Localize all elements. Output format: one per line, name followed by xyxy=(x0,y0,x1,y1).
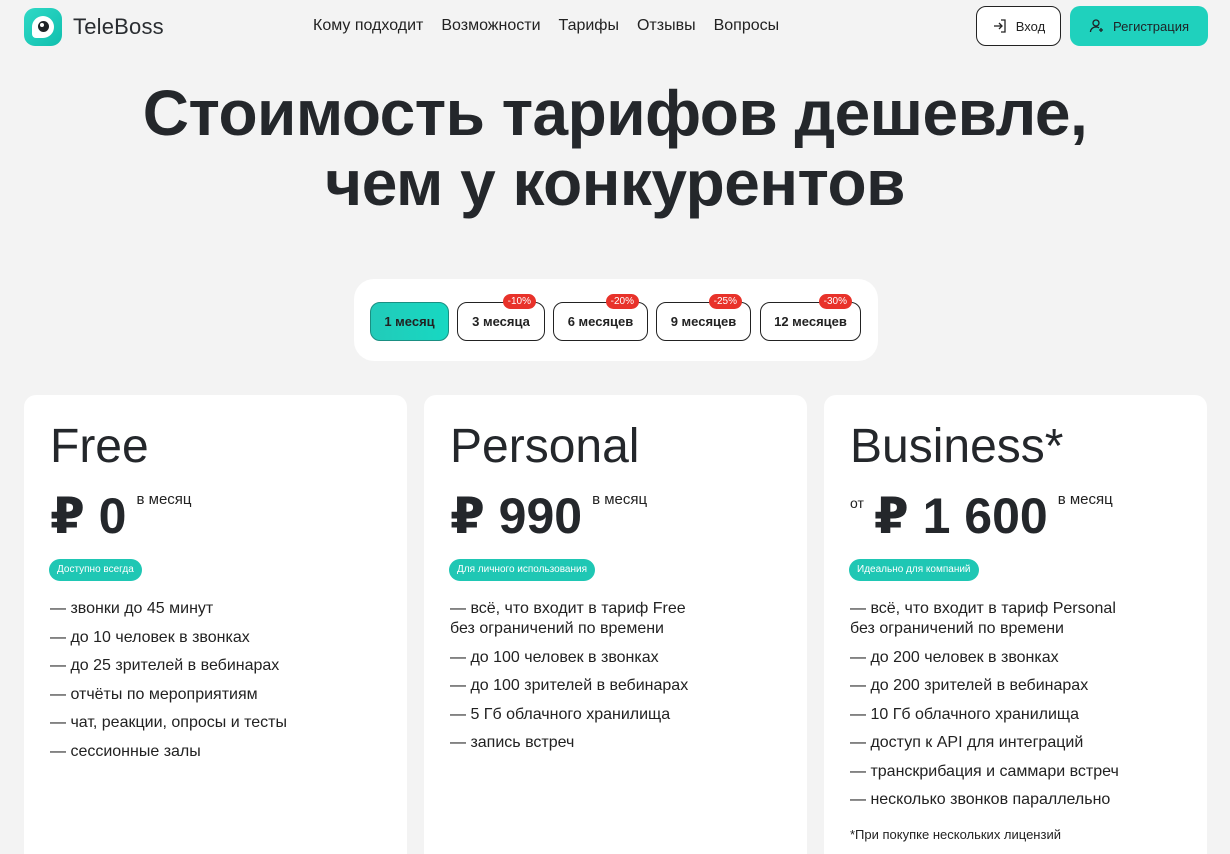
login-button[interactable]: Вход xyxy=(976,6,1061,46)
period-label: 9 месяцев xyxy=(670,314,737,329)
period-label: 12 месяцев xyxy=(774,314,847,329)
user-icon xyxy=(1089,19,1103,33)
feature-item: — 10 Гб облачного хранилища xyxy=(850,705,1079,723)
nav-item-faq[interactable]: Вопросы xyxy=(714,16,780,36)
feature-item: — доступ к API для интеграций xyxy=(850,734,1084,751)
nav-item-pricing[interactable]: Тарифы xyxy=(559,16,619,36)
discount-badge: -10% xyxy=(502,294,536,309)
feature-item: — всё, что входит в тариф Personal без о… xyxy=(850,600,1116,637)
main-nav: Кому подходит Возможности Тарифы Отзывы … xyxy=(313,16,797,36)
login-icon xyxy=(993,19,1006,33)
plan-card-business: Business* от ₽ 1 600 в месяц Идеально дл… xyxy=(824,395,1207,854)
period-9-months[interactable]: 9 месяцев -25% xyxy=(656,294,751,341)
feature-item: — до 100 зрителей в вебинарах xyxy=(450,677,689,694)
feature-item: — транскрибация и саммари встреч xyxy=(850,762,1119,780)
billing-period-selector: 1 месяц 3 месяца -10% 6 месяцев -20% 9 м… xyxy=(354,279,878,361)
plan-card-free: Free ₽ 0 в месяц Доступно всегда — звонк… xyxy=(24,395,407,854)
brand-name: TeleBoss xyxy=(73,14,164,39)
plan-name: Free xyxy=(50,420,149,473)
price-period: в месяц xyxy=(1057,491,1113,508)
discount-badge: -20% xyxy=(605,294,639,309)
feature-item: — всё, что входит в тариф Free без огран… xyxy=(450,600,686,637)
period-1-month[interactable]: 1 месяц xyxy=(370,302,449,341)
price-row: ₽ 0 в месяц xyxy=(50,491,192,541)
feature-item: — несколько звонков параллельно xyxy=(850,791,1111,808)
feature-list: — всё, что входит в тариф Personal без о… xyxy=(850,599,1119,819)
teleboss-logo-icon xyxy=(24,8,62,46)
register-label: Регистрация xyxy=(1113,18,1189,34)
price-period: в месяц xyxy=(136,491,192,508)
plan-card-personal: Personal ₽ 990 в месяц Для личного испол… xyxy=(424,395,807,854)
price-row: от ₽ 1 600 в месяц xyxy=(850,491,1113,541)
page-title: Стоимость тарифов дешевле, чем у конкуре… xyxy=(0,78,1230,218)
plan-name: Business* xyxy=(850,420,1064,473)
feature-item: — до 200 зрителей в вебинарах xyxy=(850,677,1089,694)
nav-item-features[interactable]: Возможности xyxy=(441,16,540,36)
price-period: в месяц xyxy=(592,491,648,508)
nav-item-reviews[interactable]: Отзывы xyxy=(637,16,696,36)
feature-item: — до 200 человек в звонках xyxy=(850,648,1059,666)
discount-badge: -25% xyxy=(708,294,742,309)
period-6-months[interactable]: 6 месяцев -20% xyxy=(553,294,648,341)
feature-item: — до 10 человек в звонках xyxy=(50,628,250,646)
plan-price: ₽ 990 xyxy=(450,488,583,544)
register-button[interactable]: Регистрация xyxy=(1070,6,1208,46)
period-3-months[interactable]: 3 месяца -10% xyxy=(457,294,545,341)
login-label: Вход xyxy=(1015,18,1046,34)
period-label: 3 месяца xyxy=(472,314,530,329)
plan-tag: Идеально для компаний xyxy=(849,559,979,581)
page-title-line-1: Стоимость тарифов дешевле, xyxy=(142,77,1088,149)
feature-item: — звонки до 45 минут xyxy=(50,600,214,617)
plan-tag: Для личного использования xyxy=(449,559,595,581)
price-prefix: от xyxy=(850,495,864,511)
nav-item-audience[interactable]: Кому подходит xyxy=(313,16,423,36)
feature-list: — звонки до 45 минут — до 10 человек в з… xyxy=(50,599,287,770)
period-label: 6 месяцев xyxy=(567,314,634,329)
feature-item: — запись встреч xyxy=(450,734,575,751)
feature-item: — сессионные залы xyxy=(50,742,201,760)
discount-badge: -30% xyxy=(818,294,852,309)
feature-item: — отчёты по мероприятиям xyxy=(50,685,258,703)
plan-tag: Доступно всегда xyxy=(49,559,142,581)
plan-price: ₽ 0 xyxy=(50,488,127,544)
logo[interactable]: TeleBoss xyxy=(24,8,164,46)
feature-item: — до 25 зрителей в вебинарах xyxy=(50,657,280,674)
header: TeleBoss Кому подходит Возможности Тариф… xyxy=(0,0,1230,54)
period-12-months[interactable]: 12 месяцев -30% xyxy=(760,294,861,341)
page-title-line-2: чем у конкурентов xyxy=(325,147,905,219)
plan-name: Personal xyxy=(450,420,640,473)
feature-item: — чат, реакции, опросы и тесты xyxy=(50,714,287,731)
plan-footnote: *При покупке нескольких лицензий xyxy=(850,827,1061,842)
period-label: 1 месяц xyxy=(384,314,435,329)
feature-item: — до 100 человек в звонках xyxy=(450,648,659,666)
feature-list: — всё, что входит в тариф Free без огран… xyxy=(450,599,688,762)
price-row: ₽ 990 в месяц xyxy=(450,491,647,541)
feature-item: — 5 Гб облачного хранилища xyxy=(450,705,671,723)
plan-price: ₽ 1 600 xyxy=(873,488,1048,544)
